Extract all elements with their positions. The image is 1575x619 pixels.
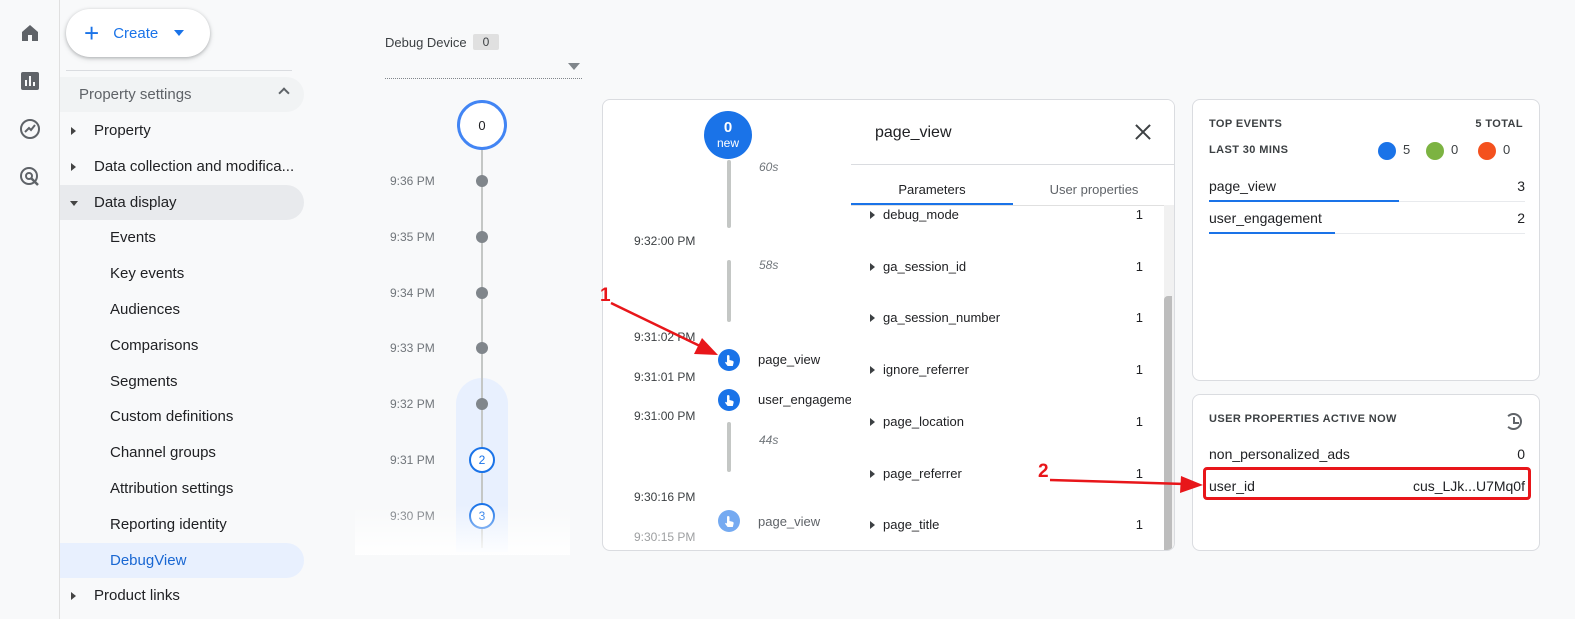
arrowhead (1180, 476, 1203, 493)
annotation-arrows (610, 301, 1203, 493)
annotation-arrow (610, 301, 703, 349)
arrowhead (694, 338, 718, 355)
annotation-arrow (1049, 478, 1186, 486)
